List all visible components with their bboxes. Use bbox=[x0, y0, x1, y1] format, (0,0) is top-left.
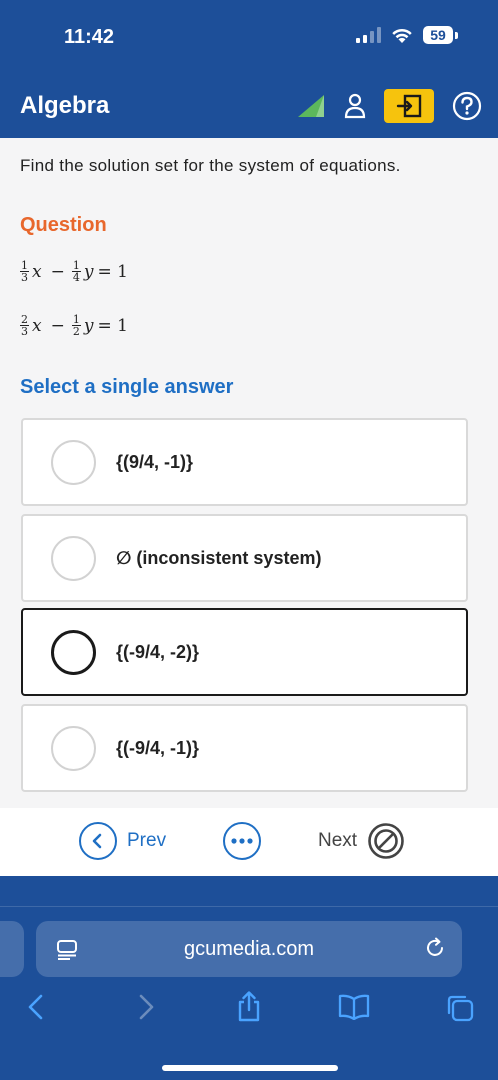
equation-1: 13 x − 14 y = 1 bbox=[20, 260, 135, 283]
answer-option-3[interactable]: {(-9/4, -2)} bbox=[21, 608, 468, 696]
help-icon[interactable] bbox=[452, 91, 482, 121]
chevron-left-icon bbox=[79, 822, 117, 860]
operator: − bbox=[50, 315, 65, 336]
answer-label: ∅ (inconsistent system) bbox=[116, 547, 322, 568]
prev-button[interactable]: Prev bbox=[79, 822, 166, 860]
variable-y: y bbox=[83, 261, 94, 282]
question-panel: Find the solution set for the system of … bbox=[0, 138, 498, 808]
variable-x: x bbox=[32, 315, 42, 336]
battery-nub bbox=[455, 31, 458, 39]
triangle-logo-icon bbox=[298, 95, 324, 117]
app-header: 11:42 59 Algebra bbox=[0, 0, 498, 138]
next-label: Next bbox=[318, 830, 358, 851]
exit-icon bbox=[396, 94, 422, 118]
url-text: gcumedia.com bbox=[183, 937, 315, 960]
instruction-text: Find the solution set for the system of … bbox=[20, 156, 401, 175]
forward-arrow-icon[interactable] bbox=[136, 994, 156, 1020]
disabled-icon bbox=[368, 823, 404, 859]
reload-icon[interactable] bbox=[424, 937, 446, 959]
browser-toolbar bbox=[0, 991, 498, 1024]
cellular-signal-icon bbox=[356, 27, 381, 43]
answer-label: {(9/4, -1)} bbox=[116, 451, 194, 472]
page-menu-icon[interactable] bbox=[56, 939, 78, 961]
address-bar[interactable]: gcumedia.com bbox=[36, 921, 462, 977]
back-arrow-icon[interactable] bbox=[26, 994, 46, 1020]
status-time: 11:42 bbox=[64, 26, 115, 48]
answer-option-2[interactable]: ∅ (inconsistent system) bbox=[21, 514, 468, 602]
more-button[interactable] bbox=[223, 822, 261, 860]
answer-option-1[interactable]: {(9/4, -1)} bbox=[21, 418, 468, 506]
radio-button[interactable] bbox=[51, 629, 96, 675]
fraction: 23 bbox=[20, 313, 29, 338]
home-indicator bbox=[162, 1065, 338, 1071]
bookmarks-icon[interactable] bbox=[338, 994, 370, 1020]
question-navigation: Prev Next bbox=[0, 808, 498, 876]
exit-button[interactable] bbox=[384, 89, 434, 123]
equation-2: 23 x − 12 y = 1 bbox=[20, 314, 135, 337]
radio-button[interactable] bbox=[51, 535, 96, 581]
answer-label: {(-9/4, -1)} bbox=[116, 737, 200, 758]
fraction: 13 bbox=[20, 259, 29, 284]
answer-option-4[interactable]: {(-9/4, -1)} bbox=[21, 704, 468, 792]
header-actions bbox=[296, 89, 482, 123]
share-icon[interactable] bbox=[236, 990, 262, 1022]
tabs-icon[interactable] bbox=[446, 994, 474, 1022]
fraction: 12 bbox=[71, 313, 81, 338]
equation-rhs: = 1 bbox=[97, 261, 128, 282]
radio-button[interactable] bbox=[51, 725, 96, 771]
user-icon[interactable] bbox=[344, 93, 366, 119]
prev-label: Prev bbox=[127, 830, 167, 851]
question-heading: Question bbox=[20, 214, 107, 236]
page-title: Algebra bbox=[20, 92, 110, 119]
more-dots-icon bbox=[223, 822, 261, 860]
status-icons: 59 bbox=[356, 26, 458, 44]
divider bbox=[0, 906, 498, 907]
next-button[interactable]: Next bbox=[318, 822, 405, 860]
previous-tab-preview[interactable] bbox=[0, 921, 24, 977]
variable-x: x bbox=[32, 261, 42, 282]
answer-label: {(-9/4, -2)} bbox=[116, 641, 200, 662]
wifi-icon bbox=[392, 28, 412, 43]
browser-chrome: gcumedia.com bbox=[0, 876, 498, 1080]
operator: − bbox=[50, 261, 65, 282]
radio-button[interactable] bbox=[51, 439, 96, 485]
variable-y: y bbox=[83, 315, 94, 336]
fraction: 14 bbox=[71, 259, 81, 284]
battery-icon: 59 bbox=[423, 26, 453, 44]
equation-rhs: = 1 bbox=[97, 315, 128, 336]
select-heading: Select a single answer bbox=[20, 376, 234, 398]
